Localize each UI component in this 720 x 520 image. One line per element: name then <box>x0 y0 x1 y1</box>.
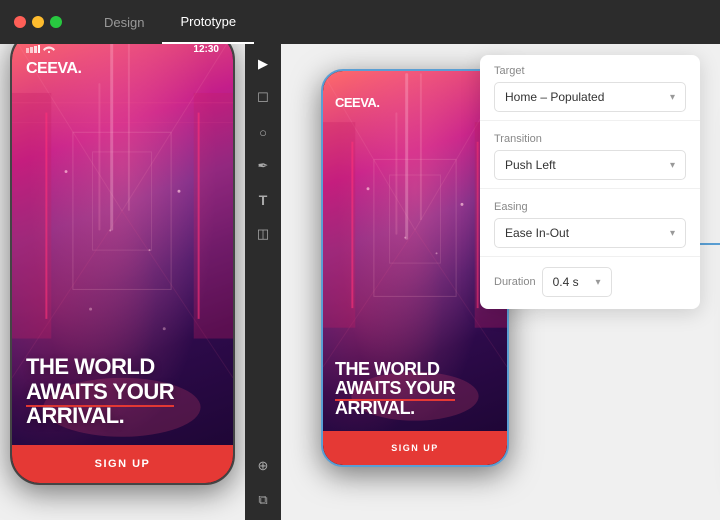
transition-label: Transition <box>494 133 686 145</box>
shape-tool[interactable]: ◫ <box>253 224 273 244</box>
pen-tool[interactable]: ✒ <box>253 156 273 176</box>
cursor-tool[interactable]: ▶ <box>253 54 273 74</box>
tab-prototype[interactable]: Prototype <box>162 0 254 44</box>
minimize-button[interactable] <box>32 16 44 28</box>
circle-tool[interactable]: ○ <box>253 122 273 142</box>
layers-icon[interactable]: ⧉ <box>253 490 273 510</box>
phone-left-signup[interactable]: SIGN UP <box>12 445 233 483</box>
left-toolbar: ▶ ☐ ○ ✒ T ◫ ⊕ ⧉ <box>245 44 281 520</box>
target-dropdown[interactable]: Home – Populated ▾ <box>494 82 686 112</box>
transition-dropdown[interactable]: Push Left ▾ <box>494 150 686 180</box>
zoom-tool[interactable]: ⊕ <box>253 456 273 476</box>
duration-chevron-icon: ▾ <box>596 277 601 288</box>
easing-section: Easing Ease In-Out ▾ <box>480 191 700 254</box>
target-label: Target <box>494 65 686 77</box>
divider-2 <box>480 188 700 189</box>
transition-chevron-icon: ▾ <box>670 160 675 171</box>
top-bar: Design Prototype <box>0 0 720 44</box>
close-button[interactable] <box>14 16 26 28</box>
easing-dropdown[interactable]: Ease In-Out ▾ <box>494 218 686 248</box>
status-time: 12:30 <box>193 44 219 55</box>
target-chevron-icon: ▾ <box>670 92 675 103</box>
phone-left: 12:30 CEEVA. THE WORLD AWAITS YOUR ARRIV… <box>10 30 235 485</box>
duration-dropdown[interactable]: 0.4 s ▾ <box>542 267 612 297</box>
target-section: Target Home – Populated ▾ <box>480 55 700 118</box>
transition-section: Transition Push Left ▾ <box>480 123 700 186</box>
phone-left-headline: THE WORLD AWAITS YOUR ARRIVAL. <box>26 355 219 428</box>
phone-left-logo: CEEVA. <box>26 60 81 78</box>
phone-center-headline: THE WORLD AWAITS YOUR ARRIVAL. <box>335 360 495 419</box>
easing-label: Easing <box>494 201 686 213</box>
phone-center-signup[interactable]: SIGN UP <box>323 431 507 465</box>
duration-value: 0.4 s <box>553 275 579 289</box>
tab-bar: Design Prototype <box>86 0 254 44</box>
window-controls <box>0 16 76 28</box>
transition-value: Push Left <box>505 158 556 172</box>
divider-1 <box>480 120 700 121</box>
phone-center-logo: CEEVA. <box>335 95 379 110</box>
duration-label: Duration <box>494 276 536 288</box>
tab-design[interactable]: Design <box>86 0 162 44</box>
duration-section: Duration 0.4 s ▾ <box>480 259 700 309</box>
target-value: Home – Populated <box>505 90 604 104</box>
maximize-button[interactable] <box>50 16 62 28</box>
divider-3 <box>480 256 700 257</box>
easing-chevron-icon: ▾ <box>670 228 675 239</box>
prototype-panel: Target Home – Populated ▾ Transition Pus… <box>480 55 700 309</box>
frame-tool[interactable]: ☐ <box>253 88 273 108</box>
easing-value: Ease In-Out <box>505 226 569 240</box>
text-tool[interactable]: T <box>253 190 273 210</box>
